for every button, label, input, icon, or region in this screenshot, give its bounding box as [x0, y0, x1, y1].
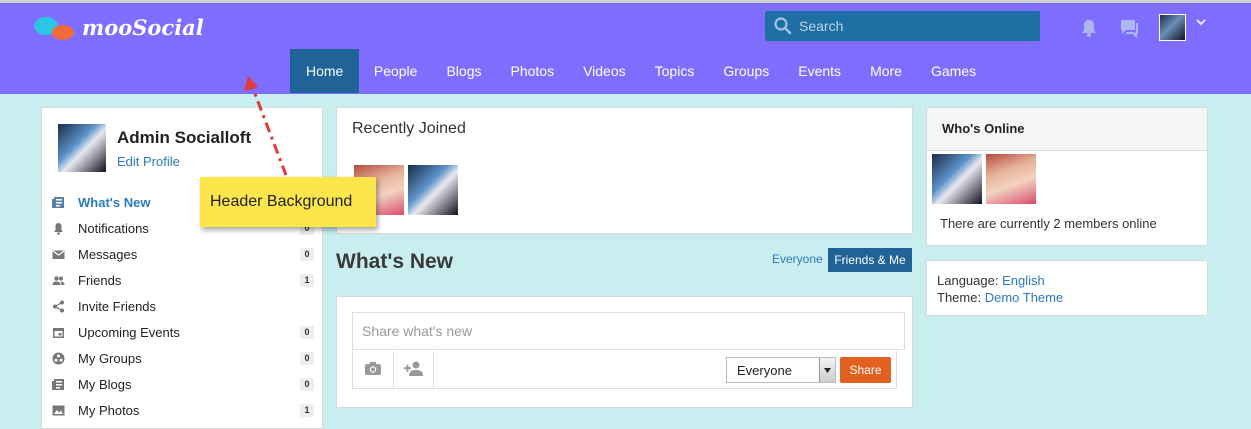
search-input[interactable]: [799, 16, 1029, 36]
language-label: Language:: [937, 273, 999, 288]
sidebar-item-my-groups[interactable]: My Groups 0: [42, 346, 322, 372]
filter-friends-me-button[interactable]: Friends & Me: [828, 248, 912, 272]
annotation-note: Header Background: [200, 177, 376, 227]
language-theme-panel: Language: English Theme: Demo Theme: [926, 260, 1208, 316]
nav-blogs[interactable]: Blogs: [432, 49, 496, 93]
privacy-select[interactable]: Everyone: [726, 357, 836, 383]
whos-online-header: Who's Online: [927, 108, 1207, 151]
sidebar-item-my-photos[interactable]: My Photos 1: [42, 398, 322, 424]
envelope-icon: [52, 250, 65, 259]
logo-bubble-icon: [52, 25, 74, 40]
dropdown-arrow-icon[interactable]: [819, 358, 835, 382]
language-row: Language: English: [937, 273, 1045, 288]
whats-new-title: What's New: [336, 250, 454, 273]
language-link[interactable]: English: [1002, 273, 1045, 288]
nav-people[interactable]: People: [359, 49, 432, 93]
sidebar: Admin Socialloft Edit Profile What's New…: [41, 107, 323, 429]
share-icon: [53, 300, 64, 313]
count-badge: 1: [300, 274, 314, 287]
user-name[interactable]: Admin Socialloft: [117, 128, 251, 148]
nav-home[interactable]: Home: [290, 49, 360, 93]
online-count-text: There are currently 2 members online: [940, 216, 1157, 231]
member-avatar[interactable]: [408, 165, 458, 215]
search-icon: [774, 17, 792, 35]
logo-text: mooSocial: [82, 15, 204, 40]
whos-online-title: Who's Online: [942, 121, 1025, 136]
add-user-icon: [404, 361, 423, 376]
header: mooSocial Home People Blogs Photos Video…: [0, 3, 1251, 94]
count-badge: 0: [300, 352, 314, 365]
share-status-input[interactable]: [352, 312, 905, 350]
photo-icon: [52, 405, 65, 416]
online-member-avatar[interactable]: [986, 154, 1036, 204]
nav-groups[interactable]: Groups: [709, 49, 784, 93]
bell-icon: [54, 223, 63, 235]
sidebar-item-label: Messages: [78, 247, 138, 262]
groups-icon: [52, 352, 65, 365]
profile-avatar[interactable]: [58, 124, 106, 172]
nav-videos[interactable]: Videos: [569, 49, 641, 93]
share-box: Everyone Share: [336, 296, 913, 408]
sidebar-item-label: Upcoming Events: [78, 325, 180, 340]
sidebar-item-label: My Groups: [78, 351, 142, 366]
whos-online-panel: Who's Online There are currently 2 membe…: [926, 107, 1208, 246]
chevron-down-icon[interactable]: [1195, 17, 1207, 27]
tag-friend-button[interactable]: [393, 351, 434, 388]
sidebar-item-my-blogs[interactable]: My Blogs 0: [42, 372, 322, 398]
theme-row: Theme: Demo Theme: [937, 290, 1063, 305]
sidebar-item-label: What's New: [78, 195, 151, 210]
logo[interactable]: mooSocial: [34, 15, 204, 45]
count-badge: 0: [300, 378, 314, 391]
search-box[interactable]: [765, 11, 1040, 41]
sidebar-item-label: My Photos: [78, 403, 140, 418]
news-icon: [52, 197, 64, 208]
sidebar-item-label: Friends: [78, 273, 122, 288]
calendar-icon: [53, 328, 64, 338]
camera-icon: [365, 362, 381, 375]
sidebar-item-upcoming-events[interactable]: Upcoming Events 0: [42, 320, 322, 346]
theme-link[interactable]: Demo Theme: [985, 290, 1064, 305]
sidebar-item-label: Invite Friends: [78, 299, 157, 314]
nav-photos[interactable]: Photos: [496, 49, 569, 93]
blog-icon: [52, 379, 64, 390]
nav-events[interactable]: Events: [784, 49, 856, 93]
filter-everyone-link[interactable]: Everyone: [772, 252, 823, 266]
edit-profile-link[interactable]: Edit Profile: [117, 154, 180, 169]
main-nav: Home People Blogs Photos Videos Topics G…: [290, 49, 991, 93]
sidebar-item-friends[interactable]: Friends 1: [42, 268, 322, 294]
nav-more[interactable]: More: [856, 49, 917, 93]
chat-icon[interactable]: [1118, 17, 1140, 39]
friends-icon: [52, 276, 65, 285]
recently-joined-title: Recently Joined: [352, 120, 466, 137]
share-button[interactable]: Share: [840, 357, 891, 383]
sidebar-item-label: My Blogs: [78, 377, 132, 392]
theme-label: Theme:: [937, 290, 982, 305]
count-badge: 0: [300, 248, 314, 261]
annotation-note-text: Header Background: [210, 193, 353, 210]
sidebar-item-invite-friends[interactable]: Invite Friends: [42, 294, 322, 320]
bell-icon[interactable]: [1078, 17, 1100, 39]
nav-topics[interactable]: Topics: [640, 49, 709, 93]
sidebar-item-label: Notifications: [78, 221, 149, 236]
privacy-select-value: Everyone: [737, 363, 792, 378]
add-photo-button[interactable]: [353, 351, 394, 388]
nav-games[interactable]: Games: [916, 49, 990, 93]
count-badge: 0: [300, 326, 314, 339]
user-avatar[interactable]: [1159, 14, 1186, 41]
share-toolbar: Everyone Share: [352, 351, 897, 389]
online-member-avatar[interactable]: [932, 154, 982, 204]
recently-joined-panel: Recently Joined: [336, 107, 913, 234]
count-badge: 1: [300, 404, 314, 417]
sidebar-item-messages[interactable]: Messages 0: [42, 242, 322, 268]
